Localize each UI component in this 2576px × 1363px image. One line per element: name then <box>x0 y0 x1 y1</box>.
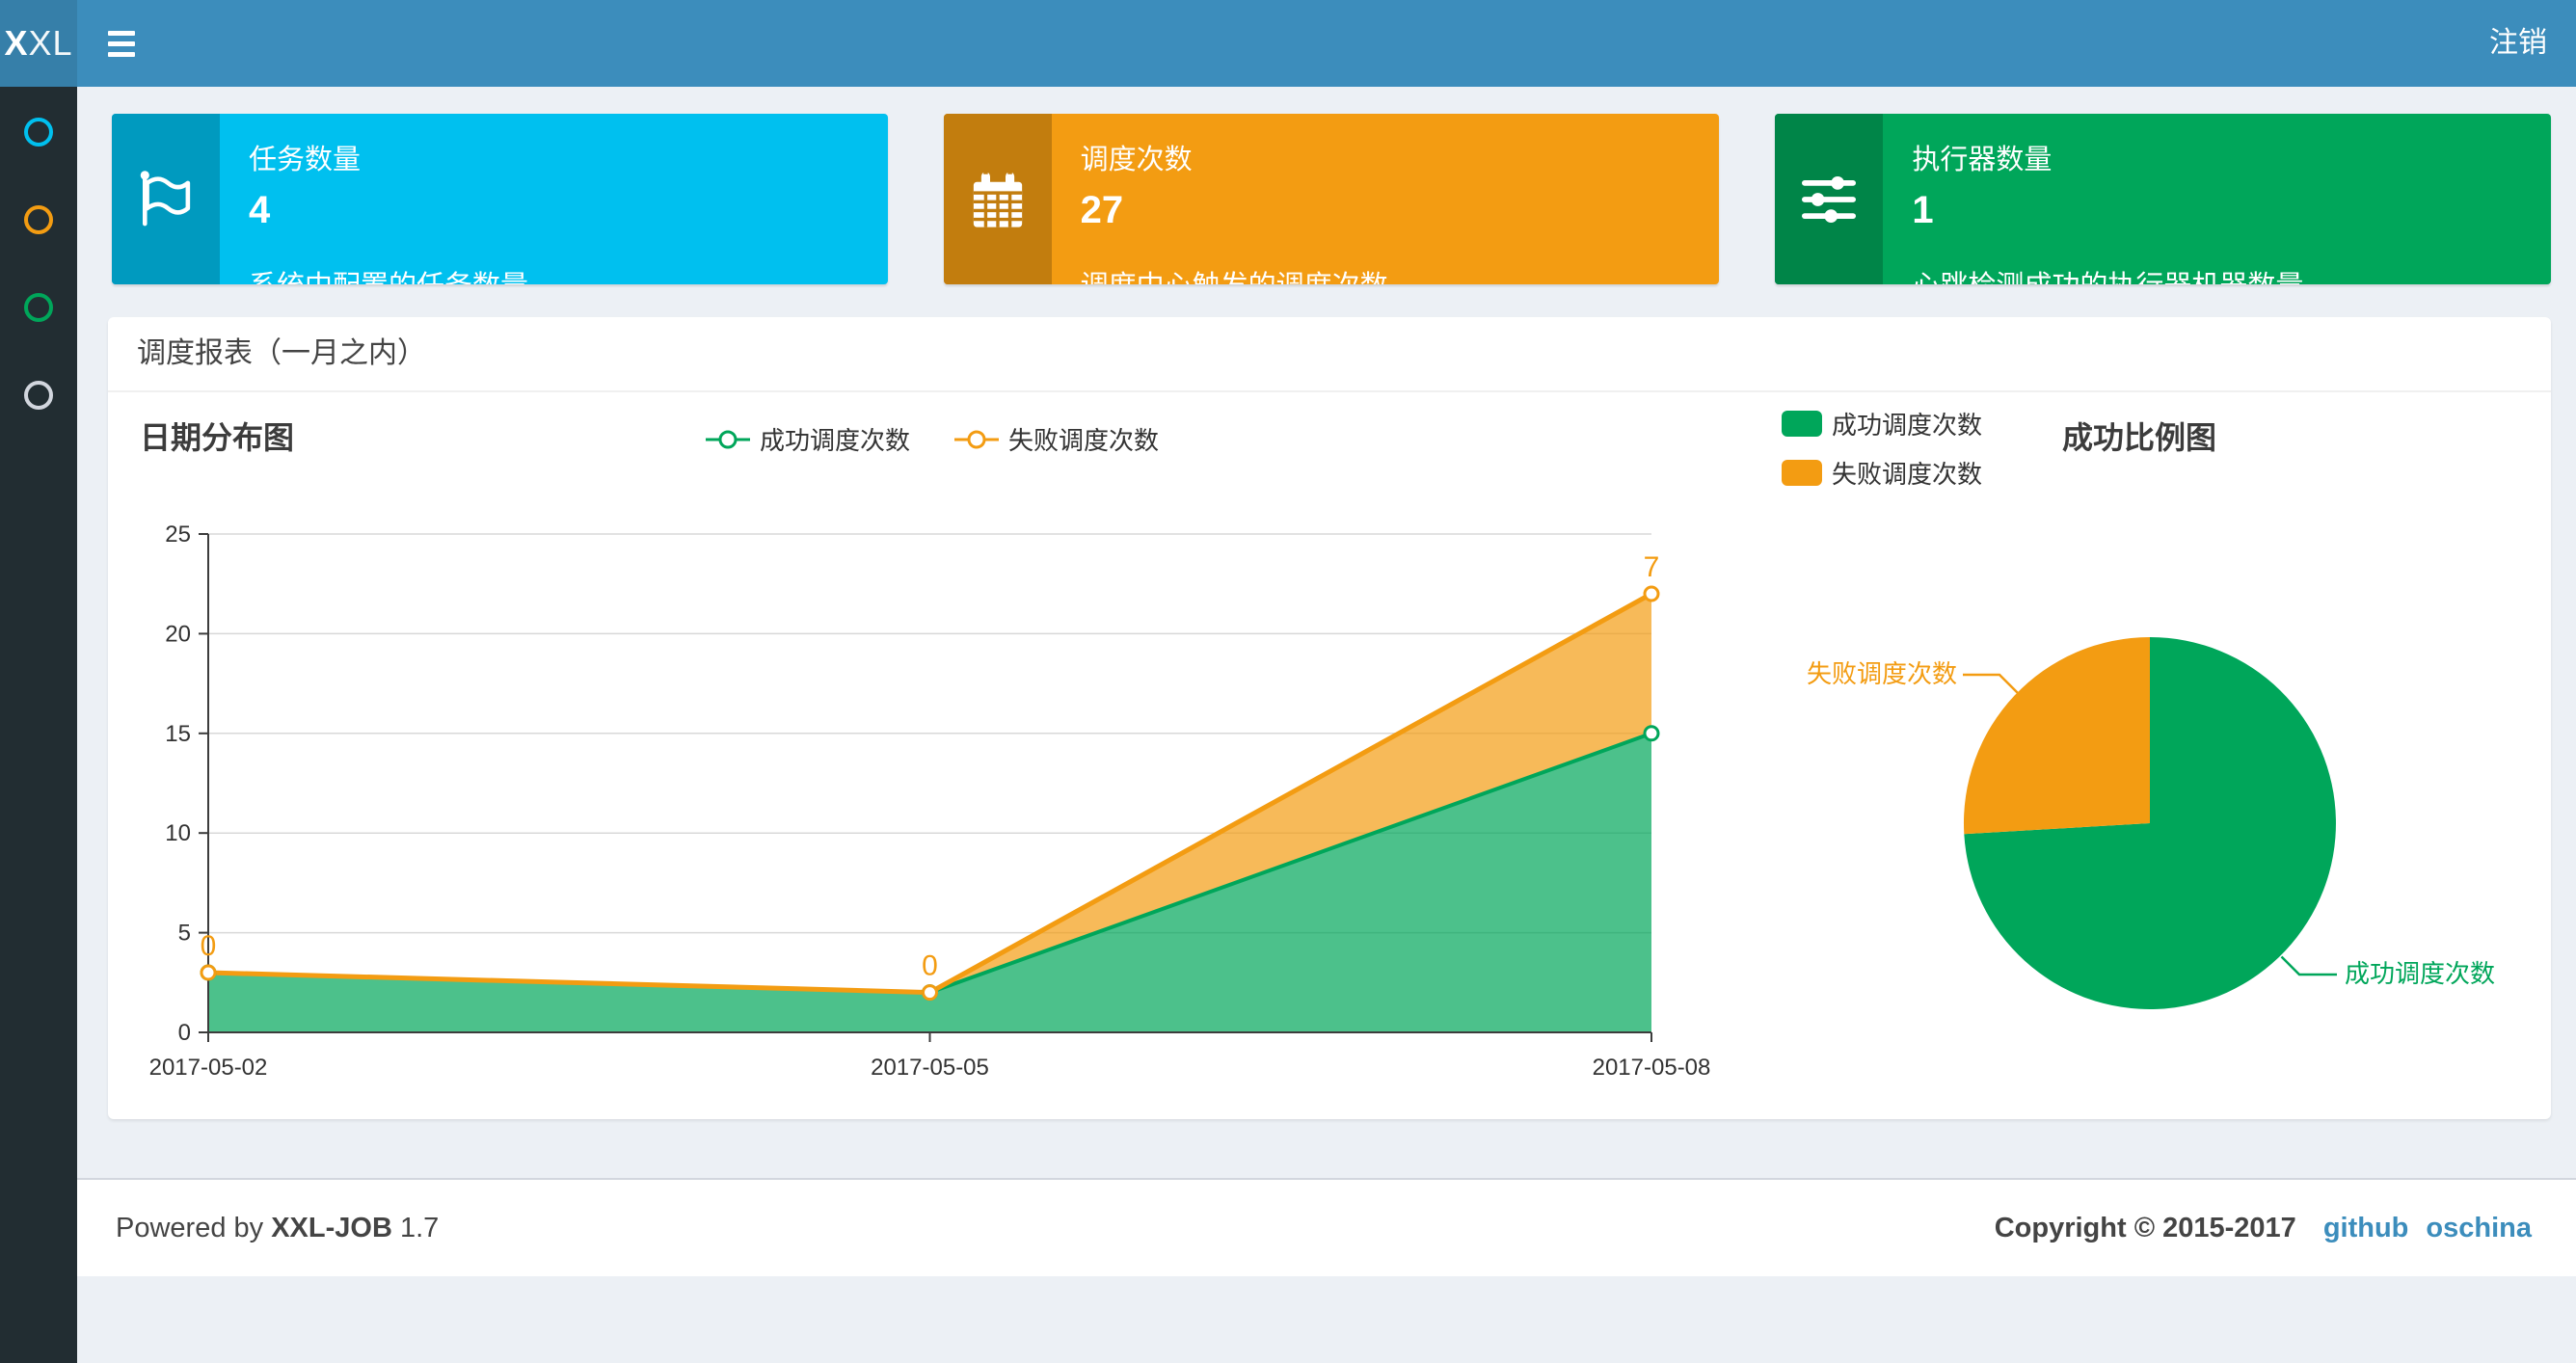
svg-text:0: 0 <box>922 950 938 982</box>
svg-text:2017-05-05: 2017-05-05 <box>871 1055 989 1081</box>
oschina-link[interactable]: oschina <box>2426 1213 2532 1244</box>
brand-name: XXL-JOB <box>271 1212 392 1243</box>
legend-label: 成功调度次数 <box>760 426 911 455</box>
info-box-triggers-content: 调度次数 27 调度中心触发的调度次数 <box>1052 114 1720 284</box>
svg-text:20: 20 <box>165 621 191 647</box>
svg-text:2017-05-08: 2017-05-08 <box>1593 1055 1711 1081</box>
logo-text-bold: X <box>4 23 29 63</box>
pie-legend-swatch-success <box>1782 411 1822 437</box>
line-legend-marker-fail <box>954 430 1000 448</box>
footer: Powered by XXL-JOB 1.7 Copyright © 2015-… <box>77 1178 2576 1276</box>
line-chart-legend: 成功调度次数 失败调度次数 <box>706 421 1159 457</box>
info-box-triggers-icon-area <box>943 114 1052 284</box>
pie-legend-swatch-fail <box>1782 460 1822 486</box>
info-box-executors-icon-area <box>1775 114 1884 284</box>
svg-text:0: 0 <box>178 1020 191 1046</box>
app-logo[interactable]: X XL <box>0 0 77 87</box>
footer-powered: Powered by XXL-JOB 1.7 <box>116 1213 439 1244</box>
logo-text-light: XL <box>28 23 73 63</box>
pie-legend-item-success[interactable]: 成功调度次数 <box>1782 406 1982 441</box>
svg-text:成功调度次数: 成功调度次数 <box>2345 959 2495 988</box>
svg-text:2017-05-02: 2017-05-02 <box>149 1055 268 1081</box>
info-box-description: 心跳检测成功的执行器机器数量 <box>1912 263 2526 284</box>
success-ratio-pie-chart: 失败调度次数成功调度次数 <box>1805 575 2552 1115</box>
main-content: 运行报表任务调度中心 任务数量 4 系统中配置的任务数量 <box>77 0 2576 1119</box>
svg-text:失败调度次数: 失败调度次数 <box>1807 659 1957 688</box>
panel-body: 日期分布图 成功调度次数 失败调度次数 成功调度次数 失败调度次数 成功比例图 … <box>108 392 2551 1119</box>
info-box-triggers: 调度次数 27 调度中心触发的调度次数 <box>943 114 1720 284</box>
info-box-executors: 执行器数量 1 心跳检测成功的执行器机器数量 <box>1775 114 2552 284</box>
calendar-icon <box>973 170 1022 227</box>
svg-text:5: 5 <box>178 921 191 947</box>
sidebar-item-1-circle-icon[interactable] <box>24 118 53 147</box>
sidebar-item-2-circle-icon[interactable] <box>24 205 53 234</box>
svg-text:7: 7 <box>1644 551 1660 583</box>
info-box-value: 27 <box>1080 189 1124 231</box>
legend-label: 失败调度次数 <box>1008 426 1160 455</box>
sidebar-toggle-button[interactable] <box>77 0 166 87</box>
panel-title: 调度报表（一月之内） <box>108 317 2551 392</box>
pie-chart-legend: 成功调度次数 失败调度次数 <box>1782 406 1982 491</box>
info-box-value: 4 <box>249 189 271 231</box>
powered-prefix: Powered by <box>116 1212 264 1243</box>
line-legend-marker-success <box>706 430 750 448</box>
flag-icon <box>140 170 191 226</box>
svg-text:25: 25 <box>165 521 191 548</box>
info-box-description: 调度中心触发的调度次数 <box>1081 263 1695 284</box>
topbar: X XL 注销 <box>0 0 2576 87</box>
legend-item-success[interactable]: 成功调度次数 <box>706 421 910 457</box>
svg-text:0: 0 <box>201 930 217 962</box>
github-link[interactable]: github <box>2323 1213 2409 1244</box>
brand-version: 1.7 <box>399 1212 440 1243</box>
info-box-title: 执行器数量 <box>1912 145 2053 175</box>
sidebar-item-3-circle-icon[interactable] <box>24 293 53 322</box>
hamburger-icon <box>108 51 135 57</box>
info-box-tasks-content: 任务数量 4 系统中配置的任务数量 <box>220 114 888 284</box>
sidebar-item-4-circle-icon[interactable] <box>24 381 53 410</box>
info-box-tasks-icon-area <box>112 114 220 284</box>
sliders-icon <box>1802 175 1857 223</box>
info-box-title: 任务数量 <box>249 145 362 175</box>
hamburger-icon <box>108 30 135 36</box>
footer-copyright-area: Copyright © 2015-2017 github oschina <box>1995 1213 2532 1244</box>
legend-label: 成功调度次数 <box>1832 411 1983 440</box>
footer-links: github oschina <box>2323 1213 2532 1244</box>
svg-text:15: 15 <box>165 721 191 747</box>
legend-item-fail[interactable]: 失败调度次数 <box>954 421 1159 457</box>
info-box-value: 1 <box>1912 189 1934 231</box>
info-box-title: 调度次数 <box>1080 145 1193 175</box>
info-box-row: 任务数量 4 系统中配置的任务数量 <box>77 114 2576 284</box>
report-panel: 调度报表（一月之内） 日期分布图 成功调度次数 失败调度次数 成功调度次数 失败… <box>108 317 2551 1119</box>
svg-text:10: 10 <box>165 820 191 846</box>
sidebar <box>0 87 77 1363</box>
info-box-description: 系统中配置的任务数量 <box>249 263 863 284</box>
info-box-executors-content: 执行器数量 1 心跳检测成功的执行器机器数量 <box>1883 114 2551 284</box>
hamburger-icon <box>108 40 135 46</box>
legend-label: 失败调度次数 <box>1832 460 1983 489</box>
logout-button[interactable]: 注销 <box>2460 0 2576 87</box>
info-box-tasks: 任务数量 4 系统中配置的任务数量 <box>112 114 888 284</box>
pie-legend-item-fail[interactable]: 失败调度次数 <box>1782 455 1982 491</box>
line-chart-title: 日期分布图 <box>140 420 295 455</box>
pie-chart-title: 成功比例图 <box>2062 420 2217 455</box>
date-distribution-area-chart: 0 5 10 15 20 25 2017-05-02 2017-05-05 2017-05-08… <box>147 498 1785 1119</box>
copyright-text: Copyright © 2015-2017 <box>1994 1212 2296 1243</box>
